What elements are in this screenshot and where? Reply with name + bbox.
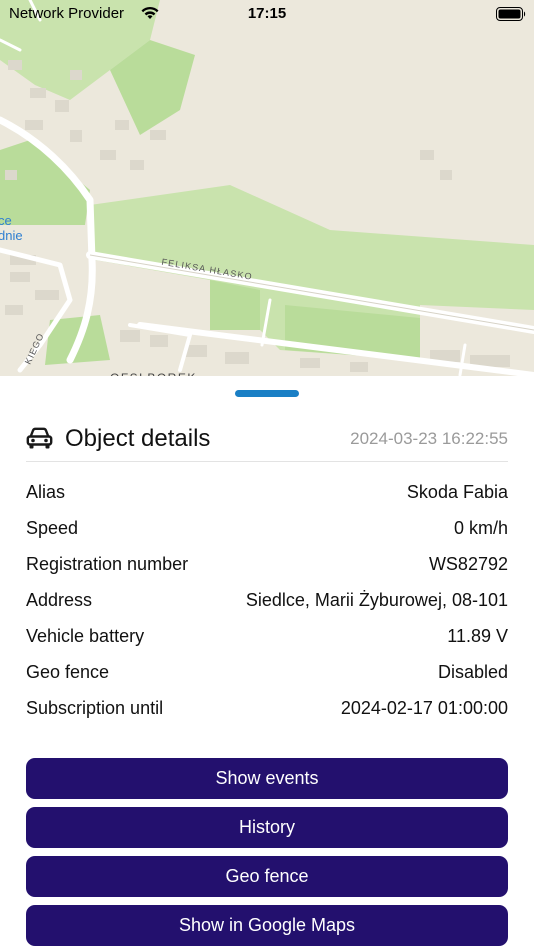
detail-row-vehicle-battery: Vehicle battery 11.89 V xyxy=(26,620,508,656)
detail-row-alias: Alias Skoda Fabia xyxy=(26,476,508,512)
details-timestamp: 2024-03-23 16:22:55 xyxy=(350,429,508,448)
detail-row-speed: Speed 0 km/h xyxy=(26,512,508,548)
svg-text:dnie: dnie xyxy=(0,228,23,243)
map-view[interactable]: FELIKSA HŁASKO ce dnie KIEGO OFSLBOREK xyxy=(0,0,534,400)
car-icon xyxy=(26,427,53,449)
detail-value: Skoda Fabia xyxy=(406,482,508,502)
detail-label: Alias xyxy=(26,482,66,502)
detail-value: Disabled xyxy=(437,662,508,682)
details-title: Object details xyxy=(65,425,211,452)
history-button[interactable]: History xyxy=(26,807,508,848)
detail-label: Registration number xyxy=(26,554,189,574)
detail-value: 0 km/h xyxy=(453,518,508,538)
show-events-button[interactable]: Show events xyxy=(26,758,508,799)
status-time: 17:15 xyxy=(247,5,287,22)
action-buttons: Show events History Geo fence Show in Go… xyxy=(26,758,508,950)
detail-value: 2024-02-17 01:00:00 xyxy=(340,698,508,718)
detail-row-registration: Registration number WS82792 xyxy=(26,548,508,584)
detail-label: Address xyxy=(26,590,93,610)
detail-row-address: Address Siedlce, Marii Żyburowej, 08-101 xyxy=(26,584,508,620)
detail-label: Geo fence xyxy=(26,662,110,682)
detail-row-subscription: Subscription until 2024-02-17 01:00:00 xyxy=(26,692,508,728)
detail-value: WS82792 xyxy=(428,554,508,574)
detail-label: Speed xyxy=(26,518,79,538)
object-details-sheet: Object details 2024-03-23 16:22:55 Alias… xyxy=(0,376,534,950)
details-list: Alias Skoda Fabia Speed 0 km/h Registrat… xyxy=(26,476,508,728)
detail-value: 11.89 V xyxy=(447,626,508,646)
status-bar: Network Provider 17:15 xyxy=(0,0,534,28)
detail-label: Vehicle battery xyxy=(26,626,145,646)
show-in-google-maps-button[interactable]: Show in Google Maps xyxy=(26,905,508,946)
svg-text:ce: ce xyxy=(0,213,12,228)
sheet-drag-handle[interactable] xyxy=(235,390,299,397)
detail-row-geo-fence: Geo fence Disabled xyxy=(26,656,508,692)
geo-fence-button[interactable]: Geo fence xyxy=(26,856,508,897)
map-canvas: FELIKSA HŁASKO ce dnie KIEGO OFSLBOREK xyxy=(0,0,534,400)
detail-value: Siedlce, Marii Żyburowej, 08-101 xyxy=(245,590,508,610)
battery-icon xyxy=(496,7,526,21)
details-header: Object details 2024-03-23 16:22:55 xyxy=(26,424,508,462)
detail-label: Subscription until xyxy=(26,698,164,718)
